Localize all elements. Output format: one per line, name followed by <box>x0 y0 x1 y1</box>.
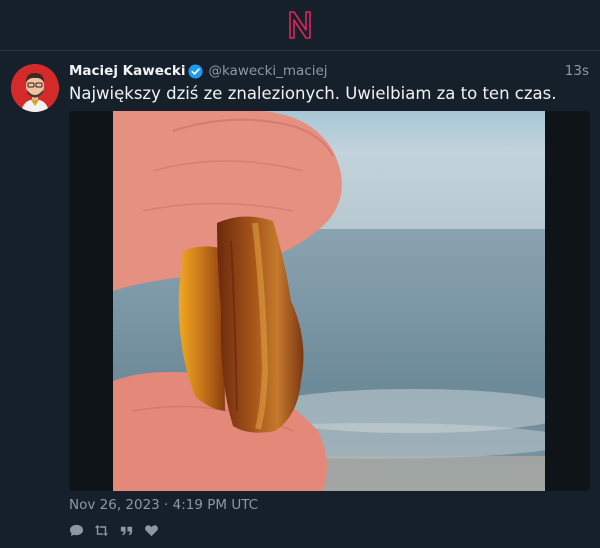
author-name[interactable]: Maciej Kawecki <box>69 63 185 79</box>
heart-icon <box>145 524 158 536</box>
tweet-media[interactable] <box>69 111 590 491</box>
comment-icon <box>69 524 84 536</box>
top-bar <box>0 0 600 51</box>
tweet-text: Największy dziś ze znalezionych. Uwielbi… <box>69 84 557 103</box>
tweet-actions <box>69 522 159 538</box>
n-logo-icon[interactable] <box>286 9 314 41</box>
quote-button[interactable] <box>119 523 134 538</box>
quote-icon <box>120 526 133 535</box>
tweet-header: Maciej Kawecki @kawecki_maciej 13s <box>69 61 589 81</box>
author-handle[interactable]: @kawecki_maciej <box>208 63 327 79</box>
avatar[interactable] <box>11 64 59 112</box>
retweet-button[interactable] <box>94 523 109 538</box>
relative-time[interactable]: 13s <box>565 63 589 79</box>
retweet-icon <box>94 524 109 536</box>
photo-amber-by-sea[interactable] <box>113 111 545 491</box>
reply-button[interactable] <box>69 523 84 538</box>
verified-badge-icon <box>188 63 203 79</box>
like-button[interactable] <box>144 523 159 538</box>
tweet-timestamp[interactable]: Nov 26, 2023 · 4:19 PM UTC <box>69 497 258 513</box>
